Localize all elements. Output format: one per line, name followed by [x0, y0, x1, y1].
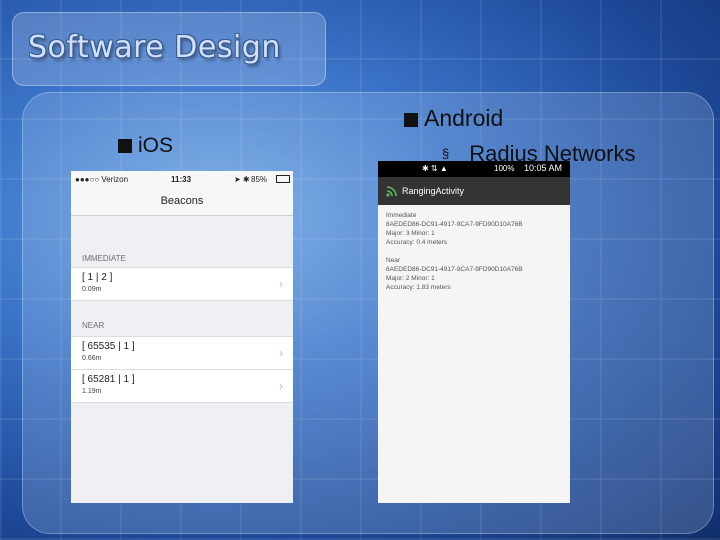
beacon-distance: 0.66m — [82, 355, 102, 362]
battery-icon — [276, 175, 290, 183]
beacon-row[interactable]: [ 65281 | 1 ] 1.19m › — [71, 370, 293, 403]
entry-accuracy: Accuracy: 1.83 meters — [386, 284, 451, 291]
android-battery: 100% — [494, 164, 515, 173]
android-bullet-label: Android — [424, 105, 504, 131]
entry-label: Immediate — [386, 212, 417, 219]
section-header-near: NEAR — [82, 321, 105, 330]
beacon-row[interactable]: [ 65535 | 1 ] 0.66m › — [71, 336, 293, 370]
entry-uuid: 8AEDED86-DC91-4917-9CA7-9FD90D10A76B — [386, 266, 523, 273]
chevron-right-icon: › — [279, 277, 283, 291]
entry-major-minor: Major: 2 Minor: 1 — [386, 275, 435, 282]
wifi-icon — [386, 186, 397, 197]
entry-label: Near — [386, 257, 401, 264]
square-bullet-icon — [404, 113, 418, 127]
chevron-right-icon: › — [279, 379, 283, 393]
beacon-distance: 0.09m — [82, 286, 102, 293]
beacon-id: [ 65281 | 1 ] — [82, 374, 135, 385]
ios-screenshot: ●●●○○ Verizon 11:33 ➤ ✱ 85% Beacons IMME… — [71, 171, 293, 503]
square-bullet-icon — [118, 139, 132, 153]
ios-bullet: iOS — [118, 134, 173, 158]
ios-time: 11:33 — [171, 175, 192, 184]
slide-title: Software Design — [28, 30, 281, 65]
subbullet-marker: § — [442, 146, 450, 161]
android-bullet: Android — [404, 105, 503, 132]
ios-carrier: ●●●○○ Verizon — [75, 175, 129, 184]
entry-accuracy: Accuracy: 0.4 meters — [386, 239, 448, 246]
android-status-bar: ✱ ⇅ ▲ 100% 10:05 AM — [378, 161, 570, 177]
android-screenshot: ✱ ⇅ ▲ 100% 10:05 AM RangingActivity Imme… — [378, 161, 570, 503]
section-header-immediate: IMMEDIATE — [82, 254, 126, 263]
ios-battery: 85% — [251, 175, 268, 184]
ios-nav-title: Beacons — [71, 187, 293, 216]
bluetooth-icon: ✱ ⇅ ▲ — [422, 164, 448, 173]
android-action-bar: RangingActivity — [378, 177, 570, 205]
ios-bullet-label: iOS — [138, 134, 174, 157]
chevron-right-icon: › — [279, 346, 283, 360]
ranging-results: Immediate 8AEDED86-DC91-4917-9CA7-9FD90D… — [378, 205, 570, 298]
activity-title: RangingActivity — [402, 186, 465, 196]
android-time: 10:05 AM — [524, 163, 563, 173]
location-icon: ➤ ✱ — [234, 175, 250, 184]
beacon-id: [ 1 | 2 ] — [82, 272, 113, 283]
entry-major-minor: Major: 3 Minor: 1 — [386, 230, 435, 237]
beacon-distance: 1.19m — [82, 388, 102, 395]
entry-uuid: 8AEDED86-DC91-4917-9CA7-9FD90D10A76B — [386, 221, 523, 228]
beacon-row[interactable]: [ 1 | 2 ] 0.09m › — [71, 267, 293, 301]
ios-status-bar: ●●●○○ Verizon 11:33 ➤ ✱ 85% — [71, 171, 293, 187]
beacon-id: [ 65535 | 1 ] — [82, 341, 135, 352]
